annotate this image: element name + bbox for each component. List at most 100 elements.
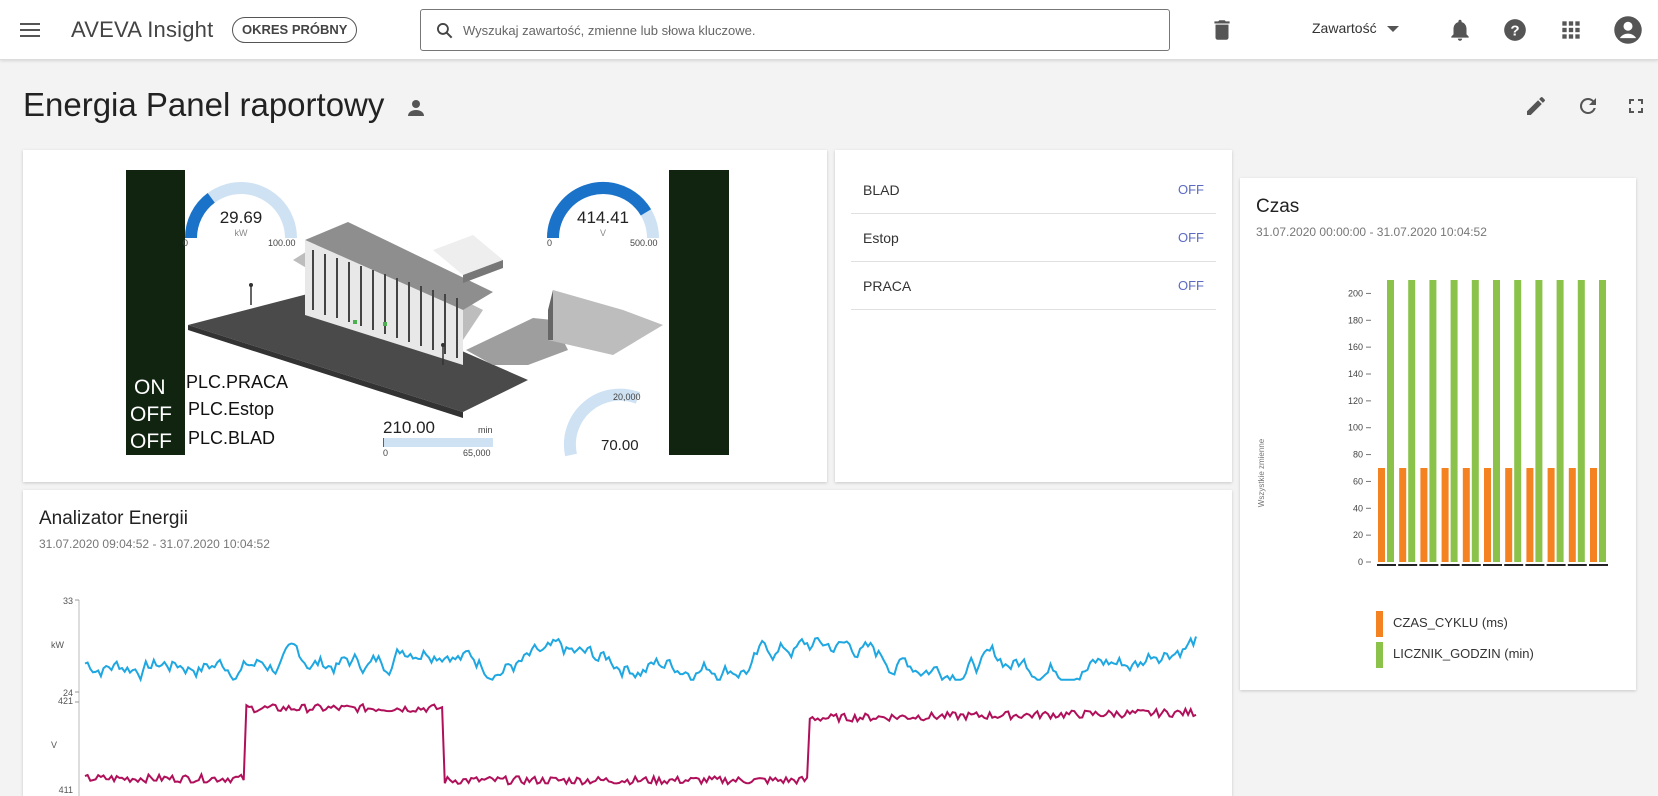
czas-y-tick: 100 xyxy=(1348,423,1363,433)
czas-y-tick: 180 xyxy=(1348,315,1363,325)
status-card: BLAD OFF Estop OFF PRACA OFF xyxy=(835,150,1232,482)
minutes-bar-track xyxy=(383,438,493,447)
czas-y-tick: 140 xyxy=(1348,369,1363,379)
czas-cyklu-bar xyxy=(1526,468,1534,562)
voltage-gauge-value: 414.41 xyxy=(577,208,629,227)
czas-title: Czas xyxy=(1256,196,1300,217)
legend-label: CZAS_CYKLU (ms) xyxy=(1393,615,1508,630)
czas-y-tick: 80 xyxy=(1353,450,1363,460)
building-graphic: 29.69 kW 0 100.00 414.41 V 0 500.00 210.… xyxy=(126,170,729,458)
czas-bar-chart: 0 20 40 60 80 100 120 140 160 180 200 Wszystkie zm… xyxy=(1257,280,1608,567)
czas-cyklu-bar xyxy=(1420,468,1428,562)
voltage-gauge-unit: V xyxy=(600,228,606,238)
page-title: Energia Panel raportowy xyxy=(23,86,385,123)
status-value[interactable]: OFF xyxy=(1178,182,1204,197)
czas-range: 31.07.2020 00:00:00 - 31.07.2020 10:04:5… xyxy=(1256,225,1487,239)
analyzer-line-chart: 33 kW 24 421 V 411 xyxy=(51,596,1197,796)
legend-swatch xyxy=(1376,642,1383,668)
czas-y-tick: 120 xyxy=(1348,396,1363,406)
czas-cyklu-bar xyxy=(1378,468,1385,562)
kw-axis-unit: kW xyxy=(51,640,65,650)
refresh-icon[interactable] xyxy=(1576,94,1600,118)
bell-icon[interactable] xyxy=(1447,17,1473,43)
search-box xyxy=(420,9,1170,51)
licznik-godzin-bar xyxy=(1577,280,1585,562)
right-dark-panel xyxy=(669,170,729,455)
czas-bars xyxy=(1377,280,1608,566)
help-icon[interactable]: ? xyxy=(1502,17,1528,43)
power-gauge-max: 100.00 xyxy=(268,238,296,248)
menu-icon[interactable] xyxy=(18,18,42,42)
trash-icon[interactable] xyxy=(1209,17,1235,43)
fullscreen-icon[interactable] xyxy=(1624,94,1648,118)
plc-states: ON PLC.PRACA OFF PLC.Estop OFF PLC.BLAD xyxy=(130,372,288,453)
plc-tag-praca: PLC.PRACA xyxy=(186,372,288,392)
licznik-godzin-bar xyxy=(1429,280,1437,562)
czas-cyklu-bar xyxy=(1590,468,1597,562)
power-gauge-min: 0 xyxy=(183,238,188,248)
minutes-bar: 210.00 min 0 65,000 xyxy=(383,418,493,458)
czas-cyklu-bar xyxy=(1399,468,1407,562)
cycle-gauge-value: 70.00 xyxy=(601,437,639,454)
v-axis-bottom: 411 xyxy=(59,785,73,795)
cycle-gauge-max: 20,000 xyxy=(613,392,641,402)
app-brand: AVEVA Insight xyxy=(71,17,214,42)
licznik-godzin-bar xyxy=(1599,280,1606,562)
minutes-bar-value: 210.00 xyxy=(383,418,435,437)
czas-cyklu-bar xyxy=(1462,468,1470,562)
kw-axis-top: 33 xyxy=(63,596,73,606)
person-icon xyxy=(408,100,424,116)
czas-y-tick: 40 xyxy=(1353,503,1363,513)
status-value[interactable]: OFF xyxy=(1178,278,1204,293)
czas-y-tick: 160 xyxy=(1348,342,1363,352)
cycle-gauge: 20,000 70.00 xyxy=(563,388,641,457)
power-gauge-unit: kW xyxy=(235,228,249,238)
status-row-blad: BLAD OFF xyxy=(851,166,1216,214)
plc-tag-estop: PLC.Estop xyxy=(188,399,274,419)
minutes-bar-fill xyxy=(383,438,384,447)
czas-cyklu-bar xyxy=(1484,468,1491,562)
power-gauge: 29.69 kW 0 100.00 xyxy=(183,182,297,248)
czas-cyklu-bar xyxy=(1441,468,1449,562)
licznik-godzin-bar xyxy=(1535,280,1543,562)
trial-badge: OKRES PRÓBNY xyxy=(232,17,358,43)
account-icon[interactable] xyxy=(1613,15,1643,45)
legend-swatch xyxy=(1376,611,1383,637)
apps-grid-icon[interactable] xyxy=(1558,17,1584,43)
czas-y-tick: 60 xyxy=(1353,476,1363,486)
analyzer-card: Analizator Energii 31.07.2020 09:04:52 -… xyxy=(23,490,1232,796)
v-axis-unit: V xyxy=(51,740,57,750)
czas-cyklu-bar xyxy=(1568,468,1576,562)
power-gauge-value: 29.69 xyxy=(220,208,263,227)
czas-y-axis: 0 20 40 60 80 100 120 140 160 180 200 xyxy=(1348,288,1371,567)
licznik-godzin-bar xyxy=(1493,280,1500,562)
plc-state-blad: OFF xyxy=(130,430,172,453)
svg-text:?: ? xyxy=(1510,22,1519,39)
czas-y-tick: 20 xyxy=(1353,530,1363,540)
czas-cyklu-bar xyxy=(1505,468,1513,562)
status-row-estop: Estop OFF xyxy=(851,214,1216,262)
licznik-godzin-bar xyxy=(1450,280,1458,562)
minutes-bar-max: 65,000 xyxy=(463,448,491,458)
czas-y-tick: 200 xyxy=(1348,288,1363,298)
caret-down-icon xyxy=(1386,26,1399,33)
minutes-bar-unit: min xyxy=(478,425,493,435)
search-input[interactable] xyxy=(463,18,1153,42)
content-dropdown[interactable]: Zawartość xyxy=(1312,20,1399,36)
status-label: Estop xyxy=(863,230,899,246)
status-value[interactable]: OFF xyxy=(1178,230,1204,245)
licznik-godzin-bar xyxy=(1471,280,1479,562)
licznik-godzin-bar xyxy=(1514,280,1522,562)
content-dropdown-label: Zawartość xyxy=(1312,20,1377,36)
licznik-godzin-bar xyxy=(1408,280,1416,562)
legend-label: LICZNIK_GODZIN (min) xyxy=(1393,646,1534,661)
plc-state-praca: ON xyxy=(134,376,166,399)
edit-icon[interactable] xyxy=(1524,94,1548,118)
status-label: BLAD xyxy=(863,182,900,198)
plc-state-estop: OFF xyxy=(130,403,172,426)
voltage-gauge-max: 500.00 xyxy=(630,238,658,248)
licznik-godzin-bar xyxy=(1556,280,1564,562)
czas-y-tick: 0 xyxy=(1358,557,1363,567)
search-icon xyxy=(437,23,453,39)
czas-cyklu-bar xyxy=(1547,468,1555,562)
